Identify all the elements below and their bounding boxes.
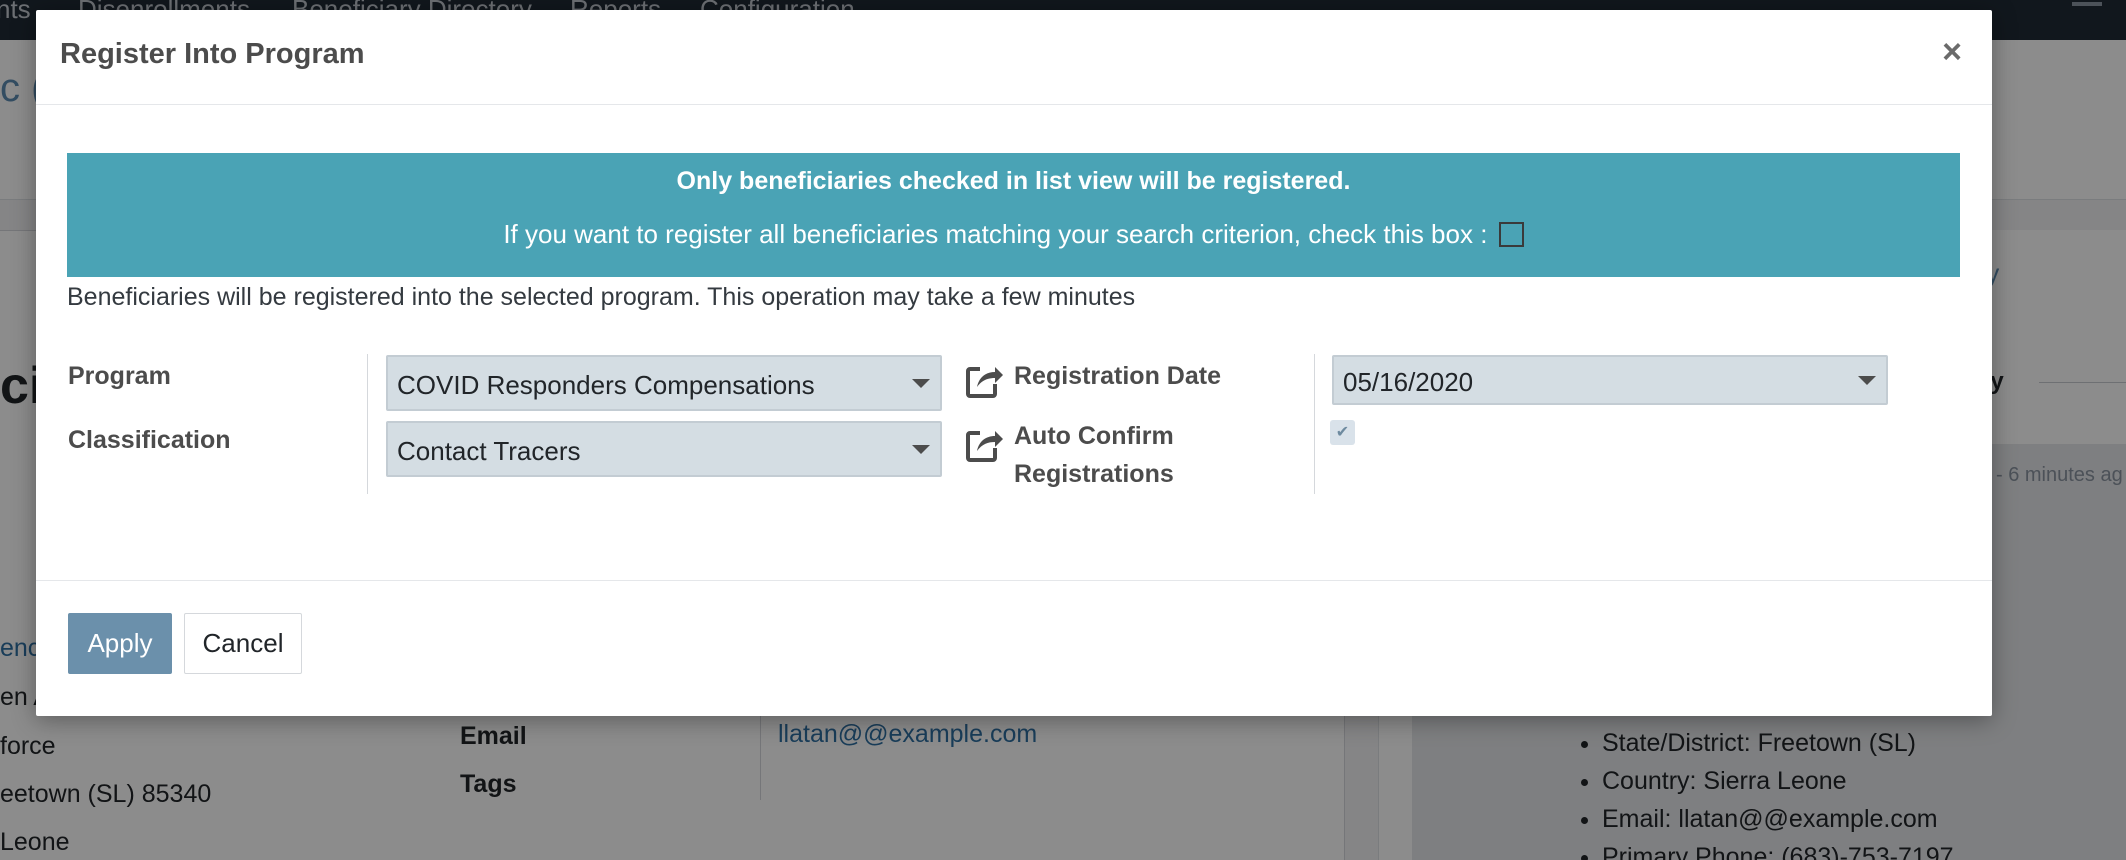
modal-title: Register Into Program	[60, 38, 365, 70]
auto-confirm-checkbox[interactable]: ✔	[1330, 420, 1355, 445]
classification-select[interactable]: Contact Tracers	[386, 421, 942, 477]
cancel-button[interactable]: Cancel	[184, 613, 302, 674]
registration-date-value: 05/16/2020	[1343, 367, 1474, 397]
divider	[1314, 354, 1315, 494]
auto-confirm-label-line2: Registrations	[1014, 460, 1174, 488]
apply-button[interactable]: Apply	[68, 613, 172, 674]
caret-down-icon	[912, 379, 930, 388]
alert-instruction: If you want to register all beneficiarie…	[67, 219, 1960, 250]
registration-date-label: Registration Date	[1014, 362, 1221, 390]
program-value: COVID Responders Compensations	[397, 370, 815, 400]
classification-label: Classification	[68, 426, 231, 454]
info-alert: Only beneficiaries checked in list view …	[67, 153, 1960, 277]
description-text: Beneficiaries will be registered into th…	[67, 283, 1136, 311]
caret-down-icon	[912, 445, 930, 454]
auto-confirm-label: Auto Confirm	[1014, 422, 1174, 450]
classification-value: Contact Tracers	[397, 436, 581, 466]
program-label: Program	[68, 362, 171, 390]
close-icon[interactable]: ×	[1932, 32, 1972, 72]
modal-footer: Apply Cancel	[36, 580, 1992, 716]
register-all-checkbox[interactable]	[1498, 221, 1524, 247]
divider	[367, 354, 368, 494]
external-link-icon[interactable]	[964, 360, 1004, 400]
alert-title: Only beneficiaries checked in list view …	[676, 167, 1351, 195]
registration-date-input[interactable]: 05/16/2020	[1332, 355, 1888, 405]
register-into-program-dialog: Register Into Program × Only beneficiari…	[36, 10, 1992, 716]
external-link-icon[interactable]	[964, 424, 1004, 464]
program-select[interactable]: COVID Responders Compensations	[386, 355, 942, 411]
alert-instruction-text: If you want to register all beneficiarie…	[503, 219, 1488, 249]
caret-down-icon	[1858, 376, 1876, 385]
modal-header: Register Into Program ×	[36, 10, 1992, 105]
